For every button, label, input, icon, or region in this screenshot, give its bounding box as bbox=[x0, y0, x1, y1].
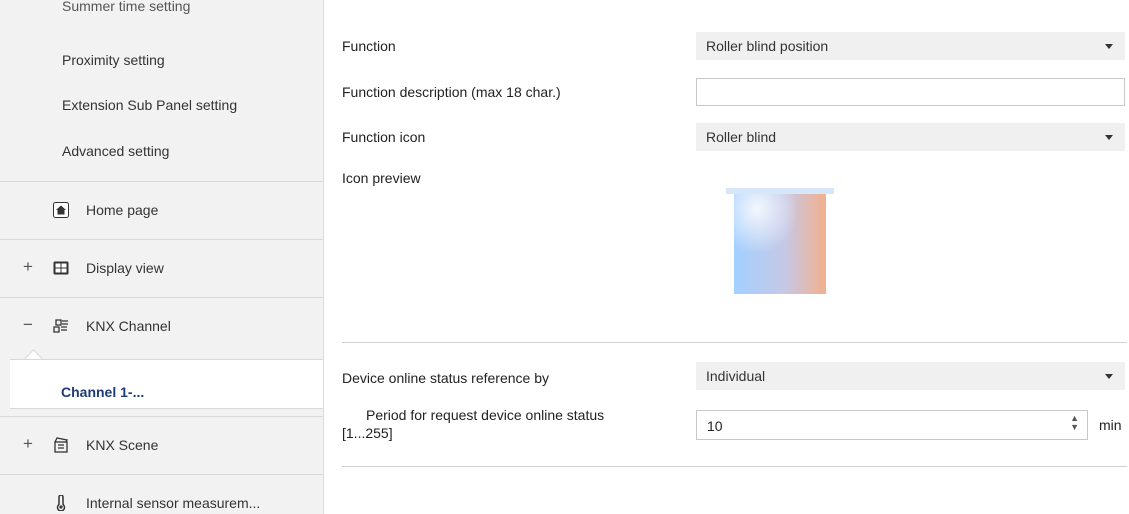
sidebar-item-home-page[interactable]: Home page bbox=[0, 181, 323, 240]
spin-arrows-icon[interactable]: ▲ ▼ bbox=[1070, 414, 1079, 432]
sidebar-item-label: KNX Channel bbox=[86, 318, 171, 334]
sidebar-item-channel-1[interactable]: Channel 1-... bbox=[10, 359, 323, 409]
sidebar-item-label: Internal sensor measurem... bbox=[86, 495, 261, 511]
function-icon-select[interactable]: Roller blind bbox=[696, 123, 1125, 151]
section-divider bbox=[342, 466, 1127, 467]
knx-channel-icon bbox=[53, 319, 68, 333]
sidebar-item-label: Channel 1-... bbox=[61, 384, 145, 400]
online-status-reference-select[interactable]: Individual bbox=[696, 362, 1125, 390]
period-unit: min bbox=[1099, 417, 1122, 433]
sidebar-item-label: Home page bbox=[86, 202, 159, 218]
home-icon bbox=[53, 202, 69, 218]
display-grid-icon bbox=[53, 261, 69, 275]
period-request-label-line1: Period for request device online status bbox=[366, 407, 605, 423]
sidebar-item-summer-time[interactable]: Summer time setting bbox=[62, 0, 190, 14]
collapse-icon[interactable]: − bbox=[22, 315, 34, 335]
sidebar-item-label: Display view bbox=[86, 260, 164, 276]
period-request-label: Period for request device online status … bbox=[342, 406, 604, 442]
section-divider bbox=[342, 342, 1127, 343]
function-icon-value: Roller blind bbox=[706, 129, 777, 145]
expand-icon[interactable]: + bbox=[22, 257, 34, 277]
function-description-input[interactable] bbox=[696, 78, 1125, 106]
period-request-label-line2: [1...255] bbox=[342, 425, 393, 441]
sidebar-item-display-view[interactable]: + Display view bbox=[0, 239, 323, 298]
chevron-down-icon bbox=[1105, 135, 1113, 140]
icon-preview-label: Icon preview bbox=[342, 170, 421, 186]
sidebar-item-advanced[interactable]: Advanced setting bbox=[62, 143, 169, 159]
roller-blind-icon bbox=[726, 188, 834, 294]
function-icon-label: Function icon bbox=[342, 129, 426, 145]
sidebar-item-internal-sensor[interactable]: Internal sensor measurem... bbox=[0, 474, 323, 514]
period-request-value: 10 bbox=[707, 418, 723, 434]
sidebar-item-extension-sub-panel[interactable]: Extension Sub Panel setting bbox=[62, 97, 237, 113]
thermometer-icon bbox=[56, 495, 66, 511]
sidebar: Summer time setting Proximity setting Ex… bbox=[0, 0, 324, 514]
expand-icon[interactable]: + bbox=[22, 434, 34, 454]
chevron-down-icon bbox=[1105, 44, 1113, 49]
online-status-reference-label: Device online status reference by bbox=[342, 370, 549, 386]
chevron-down-icon bbox=[1105, 374, 1113, 379]
sidebar-item-label: KNX Scene bbox=[86, 437, 159, 453]
period-request-stepper[interactable]: 10 ▲ ▼ bbox=[696, 410, 1088, 440]
function-select[interactable]: Roller blind position bbox=[696, 32, 1125, 60]
sidebar-item-knx-scene[interactable]: + KNX Scene bbox=[0, 416, 323, 475]
sidebar-item-proximity[interactable]: Proximity setting bbox=[62, 52, 165, 68]
online-status-reference-value: Individual bbox=[706, 368, 766, 384]
scene-icon bbox=[54, 437, 68, 453]
sidebar-item-knx-channel[interactable]: − KNX Channel bbox=[0, 297, 323, 356]
function-value: Roller blind position bbox=[706, 38, 829, 54]
function-description-label: Function description (max 18 char.) bbox=[342, 84, 561, 100]
function-label: Function bbox=[342, 38, 396, 54]
